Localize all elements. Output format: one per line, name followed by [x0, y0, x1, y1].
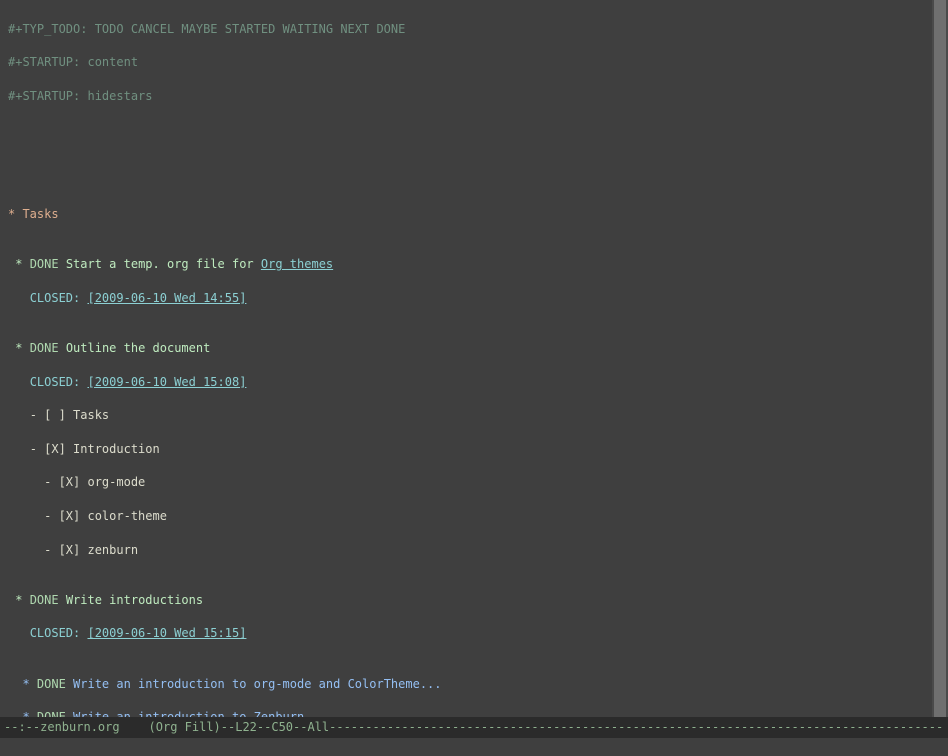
todo-state-done: DONE [30, 341, 59, 355]
keyword-startup-1: #+STARTUP: content [8, 55, 138, 69]
mode-line-major-mode: (Org Fill) [149, 720, 221, 734]
mode-line-position: --L22--C50--All-------------------------… [221, 720, 943, 734]
link-org-themes[interactable]: Org themes [261, 257, 333, 271]
todo-state-done: DONE [30, 257, 59, 271]
closed-label: CLOSED: [8, 291, 87, 305]
bullet: * [8, 677, 37, 691]
task-title: Outline the document [59, 341, 211, 355]
heading-tasks: * Tasks [8, 207, 59, 221]
todo-state-done: DONE [30, 593, 59, 607]
checkbox-item: - [X] zenburn [8, 543, 138, 557]
checkbox-item: - [X] org-mode [8, 475, 145, 489]
timestamp: [2009-06-10 Wed 14:55] [87, 291, 246, 305]
scrollbar[interactable] [932, 0, 948, 722]
mode-line[interactable]: --:--zenburn.org (Org Fill)--L22--C50--A… [0, 717, 948, 738]
mode-line-modified: --:-- [4, 720, 40, 734]
timestamp: [2009-06-10 Wed 15:08] [87, 375, 246, 389]
keyword-typ-todo: #+TYP_TODO: TODO CANCEL MAYBE STARTED WA… [8, 22, 405, 36]
task-title: Start a temp. org file for [59, 257, 261, 271]
bullet: * [8, 341, 30, 355]
closed-label: CLOSED: [8, 626, 87, 640]
scrollbar-thumb[interactable] [934, 0, 946, 722]
bullet: * [8, 593, 30, 607]
bullet: * [8, 257, 30, 271]
task-title: Write introductions [59, 593, 204, 607]
closed-label: CLOSED: [8, 375, 87, 389]
checkbox-item: - [X] Introduction [8, 442, 160, 456]
task-title: Write an introduction to org-mode and Co… [66, 677, 442, 691]
editor-buffer[interactable]: #+TYP_TODO: TODO CANCEL MAYBE STARTED WA… [0, 0, 948, 756]
minibuffer[interactable] [0, 740, 948, 756]
keyword-startup-2: #+STARTUP: hidestars [8, 89, 153, 103]
checkbox-item: - [X] color-theme [8, 509, 167, 523]
todo-state-done: DONE [37, 677, 66, 691]
mode-line-buffer-name: zenburn.org [40, 720, 119, 734]
timestamp: [2009-06-10 Wed 15:15] [87, 626, 246, 640]
checkbox-item: - [ ] Tasks [8, 408, 109, 422]
